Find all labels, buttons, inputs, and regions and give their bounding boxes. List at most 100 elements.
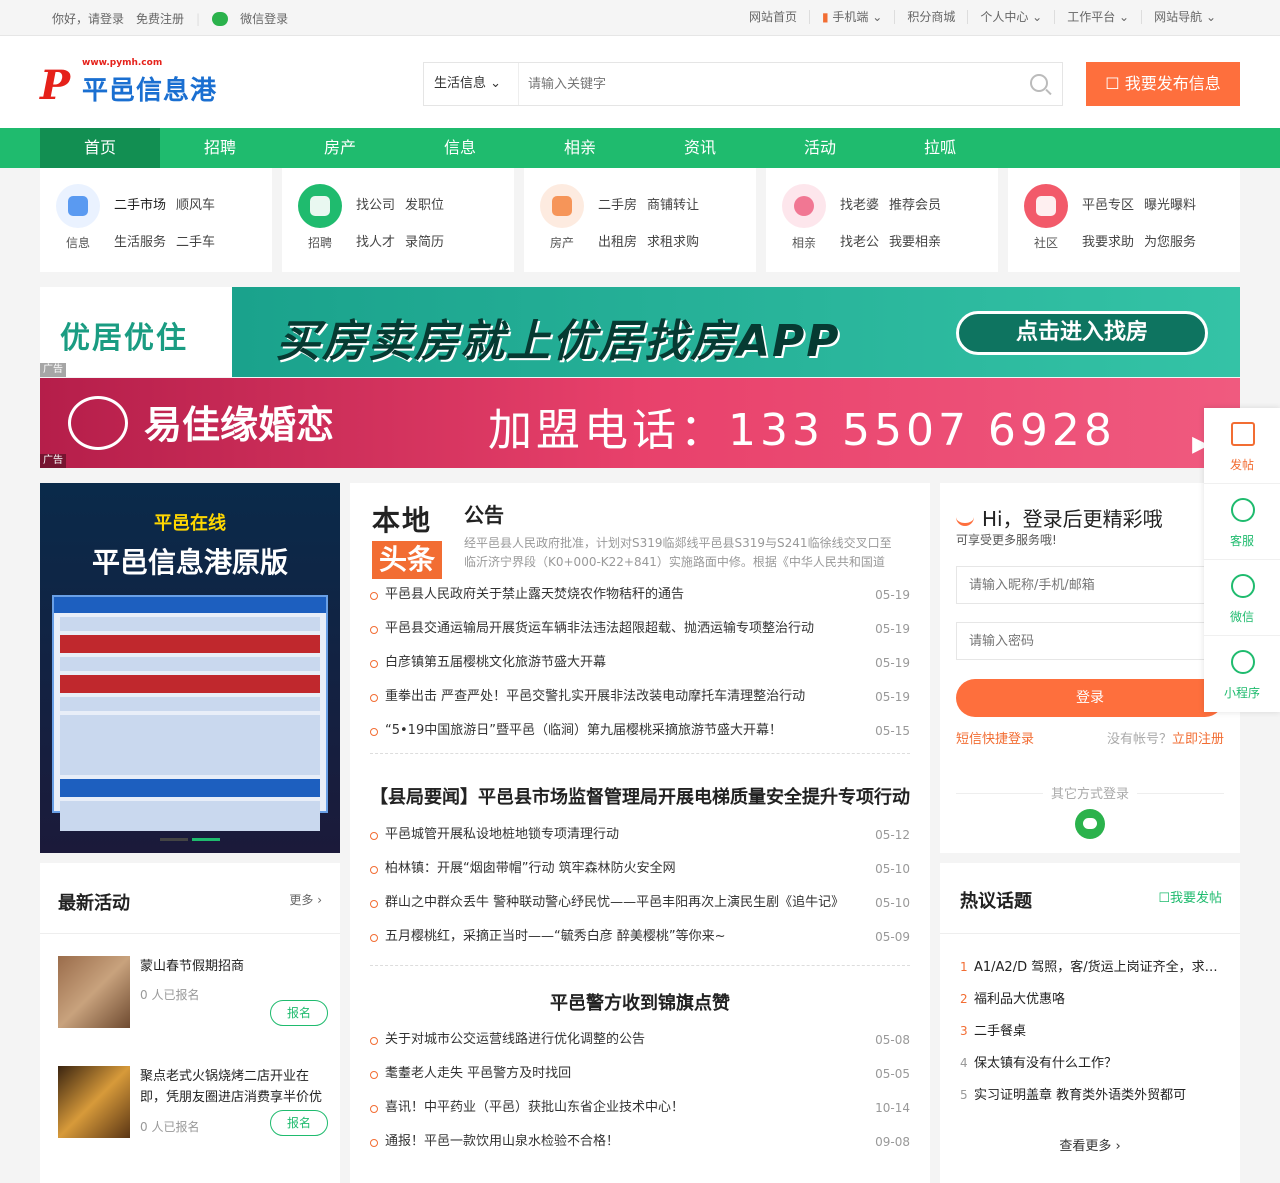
category-link[interactable]: 找公司 bbox=[356, 194, 395, 213]
search-input[interactable] bbox=[520, 63, 1020, 105]
post-topic-link[interactable]: ☐我要发帖 bbox=[1158, 887, 1222, 906]
category-label[interactable]: 信息 bbox=[56, 234, 100, 251]
headline-title[interactable]: 【县局要闻】平邑县市场监督管理局开展电梯质量安全提升专项行动 bbox=[370, 783, 910, 809]
news-item[interactable]: 平邑县交通运输局开展货运车辆非法违法超限超载、抛洒运输专项整治行动 05-19 bbox=[370, 612, 910, 646]
wechat-login-icon[interactable] bbox=[1075, 809, 1105, 839]
category-label[interactable]: 社区 bbox=[1024, 234, 1068, 251]
topic-item[interactable]: 2 福利品大优惠咯 bbox=[960, 983, 1226, 1015]
float-wechat-button[interactable]: 微信 bbox=[1204, 560, 1280, 636]
activity-item[interactable]: 聚点老式火锅烧烤二店开业在即，凭朋友圈进店消费享半价优惠 0 人已报名 报名 bbox=[58, 1066, 328, 1138]
community-icon[interactable] bbox=[1024, 184, 1068, 228]
news-item[interactable]: 平邑县人民政府关于禁止露天焚烧农作物秸秆的通告 05-19 bbox=[370, 578, 910, 612]
banner-cta-button[interactable]: 点击进入找房 bbox=[956, 311, 1208, 355]
info-icon[interactable] bbox=[56, 184, 100, 228]
category-link[interactable]: 找人才 bbox=[356, 231, 395, 250]
news-item[interactable]: 白彦镇第五届樱桃文化旅游节盛大开幕 05-19 bbox=[370, 646, 910, 680]
password-input[interactable] bbox=[956, 622, 1224, 660]
promo-carousel[interactable]: 平邑在线 平邑信息港原版 bbox=[40, 483, 340, 853]
news-item[interactable]: “5•19中国旅游日”暨平邑（临涧）第九届樱桃采摘旅游节盛大开幕！ 05-15 bbox=[370, 714, 910, 748]
nav-item-chat[interactable]: 拉呱 bbox=[880, 128, 1000, 168]
category-link[interactable]: 平邑专区 bbox=[1082, 194, 1134, 213]
sms-login-link[interactable]: 短信快捷登录 bbox=[956, 728, 1034, 747]
topic-item[interactable]: 5 实习证明盖章 教育类外语类外贸都可 bbox=[960, 1079, 1226, 1111]
topic-item[interactable]: 1 A1/A2/D 驾照，客/货运上岗证齐全，求职司机 bbox=[960, 951, 1226, 983]
news-title: 平邑县人民政府关于禁止露天焚烧农作物秸秆的通告 bbox=[385, 587, 685, 602]
category-link[interactable]: 生活服务 bbox=[114, 231, 166, 250]
signup-button[interactable]: 报名 bbox=[270, 1000, 328, 1026]
news-item[interactable]: 关于对城市公交运营线路进行优化调整的公告 05-08 bbox=[370, 1023, 910, 1057]
search-category-select[interactable]: 生活信息 ⌄ bbox=[424, 63, 519, 105]
news-item[interactable]: 重拳出击 严查严处！平邑交警扎实开展非法改装电动摩托车清理整治行动 05-19 bbox=[370, 680, 910, 714]
username-input[interactable] bbox=[956, 566, 1224, 604]
heart-icon[interactable] bbox=[782, 184, 826, 228]
category-link[interactable]: 为您服务 bbox=[1144, 231, 1196, 250]
float-miniprogram-button[interactable]: 小程序 bbox=[1204, 636, 1280, 712]
category-link[interactable]: 求租求购 bbox=[647, 231, 699, 250]
nav-item-info[interactable]: 信息 bbox=[400, 128, 520, 168]
nav-item-dating[interactable]: 相亲 bbox=[520, 128, 640, 168]
news-item[interactable]: 五月樱桃红，采摘正当时——“毓秀白彦 醉美樱桃”等你来~ 05-09 bbox=[370, 920, 910, 954]
latest-activities: 最新活动 更多 › 蒙山春节假期招商 0 人已报名 报名 聚点老式火锅烧烤二店开… bbox=[40, 863, 340, 1183]
login-button[interactable]: 登录 bbox=[956, 679, 1224, 717]
activity-item[interactable]: 蒙山春节假期招商 0 人已报名 报名 bbox=[58, 956, 328, 1028]
topbar-link-workbench[interactable]: 工作平台 ⌄ bbox=[1054, 10, 1141, 24]
news-item[interactable]: 喜讯！中平药业（平邑）获批山东省企业技术中心！ 10-14 bbox=[370, 1091, 910, 1125]
topbar-link-shop[interactable]: 积分商城 bbox=[894, 10, 967, 24]
ad-banner-dating[interactable]: 易佳缘婚恋 加盟电话：133 5507 6928 ▶▶ 广告 bbox=[40, 378, 1240, 468]
topbar-link-user-center[interactable]: 个人中心 ⌄ bbox=[967, 10, 1054, 24]
briefcase-icon[interactable] bbox=[298, 184, 342, 228]
nav-item-house[interactable]: 房产 bbox=[280, 128, 400, 168]
search-category-label: 生活信息 bbox=[434, 76, 487, 91]
see-more-link[interactable]: 查看更多 › bbox=[940, 1135, 1240, 1154]
topic-item[interactable]: 4 保太镇有没有什么工作？ bbox=[960, 1047, 1226, 1079]
wechat-login-link[interactable]: 微信登录 bbox=[240, 10, 288, 27]
signup-button[interactable]: 报名 bbox=[270, 1110, 328, 1136]
site-logo[interactable]: P www.pymh.com 平邑信息港 bbox=[40, 58, 240, 114]
category-link[interactable]: 发职位 bbox=[405, 194, 444, 213]
building-icon[interactable] bbox=[540, 184, 584, 228]
category-label[interactable]: 相亲 bbox=[782, 234, 826, 251]
category-link[interactable]: 二手市场 bbox=[114, 194, 166, 213]
category-link[interactable]: 商铺转让 bbox=[647, 194, 699, 213]
topbar-link-mobile[interactable]: ▮ 手机端 ⌄ bbox=[808, 10, 894, 24]
login-greeting: Hi，登录后更精彩哦 bbox=[956, 503, 1163, 532]
category-link[interactable]: 找老公 bbox=[840, 231, 879, 250]
headline-title[interactable]: 平邑警方收到锦旗点赞 bbox=[370, 989, 910, 1015]
float-post-button[interactable]: 发帖 bbox=[1204, 408, 1280, 484]
category-link[interactable]: 二手车 bbox=[176, 231, 215, 250]
float-service-button[interactable]: 客服 bbox=[1204, 484, 1280, 560]
carousel-dots[interactable] bbox=[160, 838, 220, 841]
news-title: 关于对城市公交运营线路进行优化调整的公告 bbox=[385, 1032, 646, 1047]
category-link[interactable]: 我要求助 bbox=[1082, 231, 1134, 250]
news-item[interactable]: 通报！平邑一款饮用山泉水检验不合格！ 09-08 bbox=[370, 1125, 910, 1159]
category-link[interactable]: 推荐会员 bbox=[889, 194, 941, 213]
category-link[interactable]: 找老婆 bbox=[840, 194, 879, 213]
nav-item-home[interactable]: 首页 bbox=[40, 128, 160, 168]
login-link[interactable]: 你好，请登录 bbox=[52, 10, 124, 27]
news-item[interactable]: 柏林镇：开展“烟囱带帽”行动 筑牢森林防火安全网 05-10 bbox=[370, 852, 910, 886]
news-item[interactable]: 群山之中群众丢牛 警种联动警心纾民忧——平邑丰阳再次上演民生剧《追牛记》 05-1… bbox=[370, 886, 910, 920]
ad-banner-house-app[interactable]: 优居优住 买房卖房就上优居找房APP 点击进入找房 广告 bbox=[40, 287, 1240, 377]
topbar-link-sitemap[interactable]: 网站导航 ⌄ bbox=[1141, 10, 1228, 24]
news-item[interactable]: 平邑城管开展私设地桩地锁专项清理行动 05-12 bbox=[370, 818, 910, 852]
nav-item-jobs[interactable]: 招聘 bbox=[160, 128, 280, 168]
register-now-link[interactable]: 立即注册 bbox=[1172, 732, 1224, 747]
search-icon[interactable] bbox=[1030, 74, 1048, 92]
nav-item-activity[interactable]: 活动 bbox=[760, 128, 880, 168]
topic-item[interactable]: 3 二手餐桌 bbox=[960, 1015, 1226, 1047]
news-item[interactable]: 耄耋老人走失 平邑警方及时找回 05-05 bbox=[370, 1057, 910, 1091]
category-link[interactable]: 二手房 bbox=[598, 194, 637, 213]
topbar-link-home[interactable]: 网站首页 bbox=[737, 10, 809, 24]
category-link[interactable]: 曝光曝料 bbox=[1144, 194, 1196, 213]
more-link[interactable]: 更多 › bbox=[289, 891, 322, 908]
category-link[interactable]: 出租房 bbox=[598, 231, 637, 250]
nav-item-news[interactable]: 资讯 bbox=[640, 128, 760, 168]
category-link[interactable]: 顺风车 bbox=[176, 194, 215, 213]
category-label[interactable]: 房产 bbox=[540, 234, 584, 251]
category-link[interactable]: 录简历 bbox=[405, 231, 444, 250]
publish-button[interactable]: ☐ 我要发布信息 bbox=[1086, 62, 1240, 106]
register-link[interactable]: 免费注册 bbox=[136, 10, 184, 27]
category-label[interactable]: 招聘 bbox=[298, 234, 342, 251]
category-link[interactable]: 我要相亲 bbox=[889, 231, 941, 250]
notice[interactable]: 公告 经平邑县人民政府批准，计划对S319临郯线平邑县S319与S241临徐线交… bbox=[464, 499, 894, 572]
